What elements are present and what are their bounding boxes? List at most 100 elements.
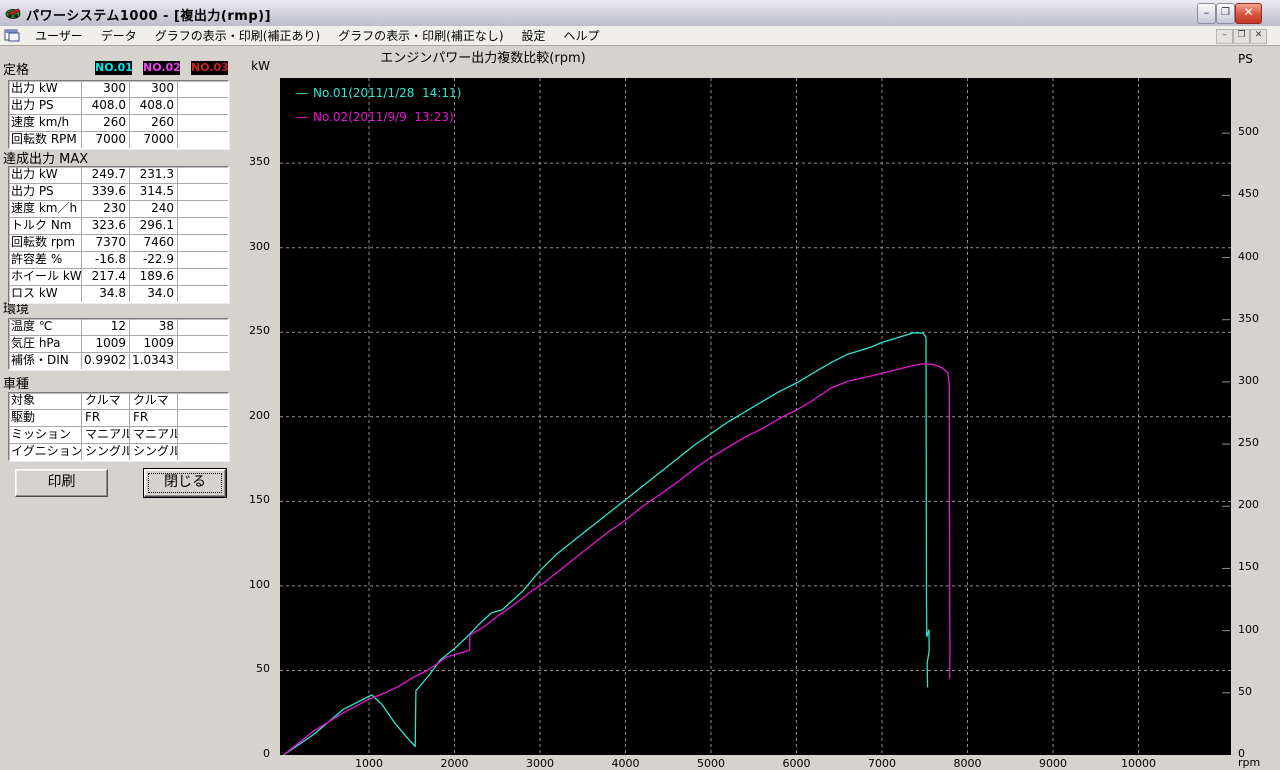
table-row: 許容差 % -16.8 -22.9 [9, 251, 228, 268]
cell-value: マニアル [81, 427, 129, 443]
close-button[interactable]: 閉じる [144, 469, 226, 497]
row-label: 回転数 RPM [11, 132, 77, 146]
x-axis-rpm-tick-label: 9000 [1039, 757, 1067, 770]
y-axis-ps-tick-label: 400 [1238, 249, 1259, 263]
series-badge: NO.02 [143, 61, 181, 75]
row-label: トルク Nm [11, 218, 72, 232]
env-table: 温度 ℃ 12 38 気圧 hPa 1009 1009 補係・DIN 0.9902 1.0343 [8, 318, 229, 370]
menu-item-help[interactable]: ヘルプ [555, 25, 609, 46]
child-restore-button[interactable]: ❐ [1233, 29, 1250, 44]
cell-value: 7000 [81, 132, 129, 148]
cell-value: 300 [81, 81, 129, 97]
minimize-button[interactable]: – [1197, 3, 1216, 24]
menu-item-graph-uncorrected[interactable]: グラフの表示・印刷(補正なし) [329, 25, 512, 46]
child-minimize-button[interactable]: – [1216, 29, 1233, 44]
x-axis-rpm-tick-label: 8000 [953, 757, 982, 770]
cell-value: 296.1 [129, 218, 177, 234]
table-row: 出力 kW 300 300 [9, 81, 228, 97]
cell-value [177, 184, 228, 200]
app-icon [5, 8, 21, 19]
table-row: 回転数 rpm 7370 7460 [9, 234, 228, 251]
cell-value [177, 167, 228, 183]
cell-value [177, 336, 228, 352]
legend-dash-icon: — [296, 110, 308, 124]
row-label: 出力 PS [11, 98, 54, 112]
cell-value [177, 319, 228, 335]
rating-table: 出力 kW 300 300 出力 PS 408.0 408.0 速度 km/h 260 260 回… [8, 80, 229, 149]
cell-value: 7370 [81, 235, 129, 251]
y-axis-ps-tick-label: 50 [1238, 684, 1252, 698]
menu-item-data[interactable]: データ [92, 25, 146, 46]
table-row: ミッション マニアル マニアル [9, 426, 228, 443]
row-label: 駆動 [11, 410, 36, 424]
cell-value: -22.9 [129, 252, 177, 268]
cell-value: クルマ [81, 393, 129, 409]
cell-value: 7460 [129, 235, 177, 251]
menu-item-user[interactable]: ユーザー [26, 25, 92, 46]
table-row: 温度 ℃ 12 38 [9, 319, 228, 335]
close-window-button[interactable]: ✕ [1235, 3, 1262, 24]
series-line [283, 332, 930, 756]
row-label: ホイール kW [11, 269, 81, 283]
y-axis-kw-tick-label: 200 [249, 408, 270, 422]
cell-value [177, 353, 228, 369]
x-axis-rpm-tick-label: 1000 [355, 757, 383, 770]
legend-item: — No.02(2011/9/9 13:23) [296, 110, 454, 124]
cell-value: 231.3 [129, 167, 177, 183]
series-line [283, 363, 951, 756]
restore-button[interactable]: ❐ [1216, 3, 1235, 24]
series-badge: NO.03 [191, 61, 229, 75]
child-window-icon[interactable] [4, 29, 20, 42]
y-axis-kw-tick-label: 0 [263, 747, 270, 760]
table-row: 出力 PS 339.6 314.5 [9, 183, 228, 200]
print-button[interactable]: 印刷 [15, 469, 108, 497]
cell-value: 38 [129, 319, 177, 335]
series-badge: NO.01 [95, 61, 133, 75]
table-row: 気圧 hPa 1009 1009 [9, 335, 228, 352]
max-table: 出力 kW 249.7 231.3 出力 PS 339.6 314.5 速度 km／h 230… [8, 166, 229, 303]
cell-value: 300 [129, 81, 177, 97]
table-row: ホイール kW 217.4 189.6 [9, 268, 228, 285]
section-title-max: 達成出力 MAX [3, 152, 89, 167]
menu-item-settings[interactable]: 設定 [513, 25, 555, 46]
cell-value: シングル [81, 444, 129, 460]
row-label: 対象 [11, 393, 36, 407]
child-close-button[interactable]: ✕ [1250, 29, 1267, 44]
row-label: 出力 kW [11, 167, 58, 181]
title-bar: パワーシステム1000 - [複出力(rmp)] – ❐ ✕ [0, 0, 1280, 27]
legend-label: No.01(2011/1/28 14:11) [313, 86, 462, 100]
cell-value: マニアル [129, 427, 177, 443]
chart-plot-area: — No.01(2011/1/28 14:11) — No.02(2011/9/9 1… [280, 78, 1231, 756]
cell-value [177, 427, 228, 443]
menu-item-graph-corrected[interactable]: グラフの表示・印刷(補正あり) [146, 25, 329, 46]
cell-value: 240 [129, 201, 177, 217]
window-title: パワーシステム1000 - [複出力(rmp)] [26, 9, 272, 24]
cell-value: 1009 [81, 336, 129, 352]
y-axis-kw-tick-label: 50 [256, 662, 270, 676]
application-window: パワーシステム1000 - [複出力(rmp)] – ❐ ✕ ユーザー データ … [0, 0, 1280, 770]
cell-value: 7000 [129, 132, 177, 148]
y-axis-ps-tick-label: 200 [1238, 498, 1259, 512]
table-row: 速度 km/h 260 260 [9, 114, 228, 131]
chart-canvas [280, 78, 1231, 756]
y-axis-ps-tick-label: 350 [1238, 311, 1259, 325]
cell-value: 34.8 [81, 286, 129, 302]
cell-value [177, 269, 228, 285]
table-row: 速度 km／h 230 240 [9, 200, 228, 217]
cell-value [177, 115, 228, 131]
cell-value [177, 252, 228, 268]
vehicle-table: 対象 クルマ クルマ 駆動 FR FR ミッション マニアル マニアル イグニション シングル シング… [8, 392, 229, 461]
x-axis-rpm-tick-label: 2000 [440, 757, 469, 770]
y-axis-ps-tick-label: 300 [1238, 373, 1259, 387]
row-label: イグニション [11, 444, 81, 458]
table-row: 出力 kW 249.7 231.3 [9, 167, 228, 183]
cell-value [177, 444, 228, 460]
y-axis-kw-tick-label: 150 [249, 493, 270, 507]
y-axis-ps-tick-label: 250 [1238, 436, 1259, 450]
y-axis-ps-tick-label: 500 [1238, 125, 1259, 139]
cell-value: 408.0 [129, 98, 177, 114]
y-axis-kw-tick-label: 250 [249, 324, 270, 338]
cell-value: シングル [129, 444, 177, 460]
table-row: 回転数 RPM 7000 7000 [9, 131, 228, 148]
x-axis-rpm-tick-label: 5000 [697, 757, 725, 770]
